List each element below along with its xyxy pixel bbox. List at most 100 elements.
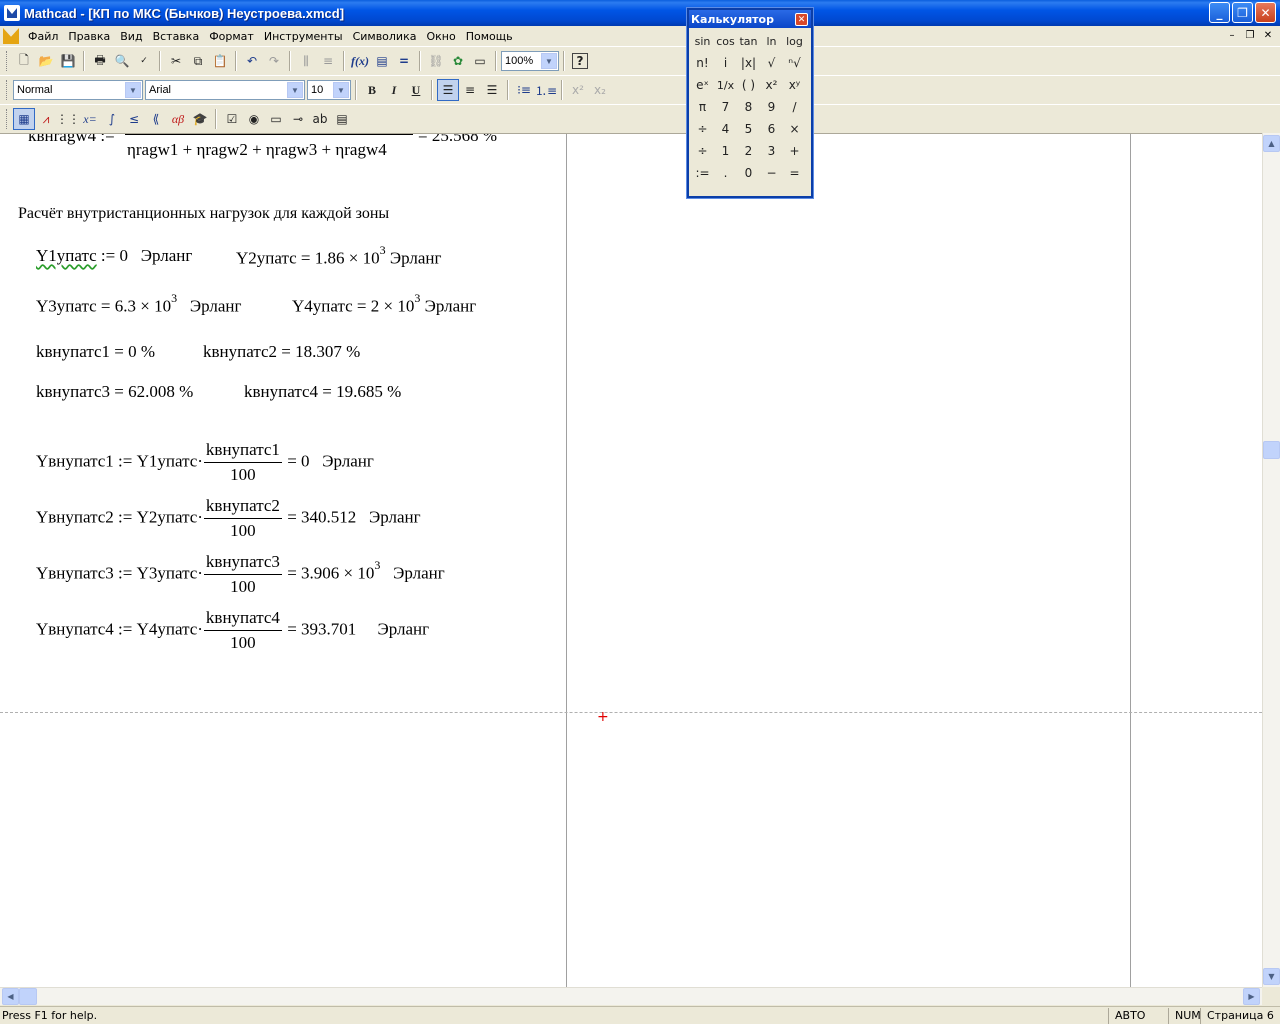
insert-unit-icon[interactable]: ▤ (371, 50, 393, 72)
calc-key-factorial[interactable]: n! (691, 52, 714, 74)
calculator-title[interactable]: Калькулятор (689, 10, 811, 28)
symbolic-toolbar-icon[interactable]: 🎓 (189, 108, 211, 130)
scroll-thumb[interactable] (19, 988, 37, 1005)
evaluation-toolbar-icon[interactable]: x= (79, 108, 101, 130)
menu-edit[interactable]: Правка (63, 30, 115, 43)
yvn2-formula[interactable]: Yвнупатс2 := Y2упатс· kвнупатс2 100 = 340.… (36, 496, 421, 541)
insert-hyperlink-icon[interactable]: ⛓ (425, 50, 447, 72)
horizontal-scrollbar[interactable]: ◀ ▶ (0, 987, 1262, 1005)
calc-key-nth-root[interactable]: ⁿ√ (783, 52, 806, 74)
calc-key-plus[interactable]: + (783, 140, 806, 162)
calc-key-abs[interactable]: |x| (737, 52, 760, 74)
calc-key-decimal[interactable]: . (714, 162, 737, 184)
calculator-palette[interactable]: Калькулятор ✕ sin cos tan ln log n! i |x… (687, 8, 813, 198)
italic-button[interactable]: I (383, 79, 405, 101)
calculator-toolbar-icon[interactable]: ▦ (13, 108, 35, 130)
greek-toolbar-icon[interactable]: αβ (167, 108, 189, 130)
yvn4-formula[interactable]: Yвнупатс4 := Y4упатс· kвнупатс4 100 = 393.… (36, 608, 429, 653)
subscript-icon[interactable]: x₂ (589, 79, 611, 101)
restore-button[interactable]: ❐ (1232, 2, 1253, 23)
k3-result[interactable]: kвнупатс3 = 62.008 % (36, 382, 193, 402)
y3-result[interactable]: Y3упатс = 6.3 × 103 Эрланг (36, 291, 241, 317)
menu-help[interactable]: Помощь (461, 30, 518, 43)
calc-key-multiply[interactable]: × (783, 118, 806, 140)
doc-close-button[interactable]: ✕ (1260, 28, 1276, 42)
menu-tools[interactable]: Инструменты (259, 30, 348, 43)
calc-key-inline-divide[interactable]: ÷ (691, 118, 714, 140)
partial-region-top[interactable]: kвнragw4 := (28, 134, 115, 146)
programming-toolbar-icon[interactable]: ⟪ (145, 108, 167, 130)
scroll-left-icon[interactable]: ◀ (2, 988, 19, 1005)
k1-result[interactable]: kвнупатс1 = 0 % (36, 342, 155, 362)
slider-control-icon[interactable]: ⊸ (287, 108, 309, 130)
align-down-icon[interactable]: ≡ (317, 50, 339, 72)
help-icon[interactable]: ? (572, 53, 588, 69)
align-center-icon[interactable]: ≡ (459, 79, 481, 101)
matrix-toolbar-icon[interactable]: ⋮⋮ (56, 108, 80, 130)
worksheet[interactable]: + kвнragw4 := = 25.568 % ηragw1 + ηragw2… (0, 133, 1262, 987)
new-document-icon[interactable]: 🗋 (13, 50, 35, 72)
y2-result[interactable]: Y2упатс = 1.86 × 103 Эрланг (236, 243, 441, 269)
save-icon[interactable]: 💾 (57, 50, 79, 72)
k2-result[interactable]: kвнупатс2 = 18.307 % (203, 342, 360, 362)
calc-key-pi[interactable]: π (691, 96, 714, 118)
chevron-down-icon[interactable]: ▼ (541, 53, 557, 69)
align-left-icon[interactable]: ☰ (437, 79, 459, 101)
menu-insert[interactable]: Вставка (148, 30, 205, 43)
print-icon[interactable]: 🖶 (89, 50, 111, 72)
calc-key-square[interactable]: x² (760, 74, 783, 96)
bullets-icon[interactable]: ⁝≡ (513, 79, 535, 101)
partial-region-result[interactable]: = 25.568 % (418, 134, 497, 146)
calc-key-2[interactable]: 2 (737, 140, 760, 162)
close-button[interactable]: ✕ (1255, 2, 1276, 23)
scroll-down-icon[interactable]: ▼ (1263, 968, 1280, 985)
graph-toolbar-icon[interactable]: ⩘ (35, 108, 57, 130)
calc-key-imaginary[interactable]: i (714, 52, 737, 74)
vertical-scrollbar[interactable]: ▲ ▼ (1262, 133, 1280, 987)
calc-key-reciprocal[interactable]: 1/x (714, 74, 737, 96)
calc-key-9[interactable]: 9 (760, 96, 783, 118)
calc-key-power[interactable]: xʸ (783, 74, 806, 96)
calc-key-define[interactable]: := (691, 162, 714, 184)
chevron-down-icon[interactable]: ▼ (125, 82, 141, 98)
calc-key-3[interactable]: 3 (760, 140, 783, 162)
zoom-select[interactable]: 100% ▼ (501, 51, 559, 71)
calc-key-minus[interactable]: − (760, 162, 783, 184)
print-preview-icon[interactable]: 🔍 (111, 50, 133, 72)
copy-icon[interactable]: ⧉ (187, 50, 209, 72)
spell-check-icon[interactable]: ✓ (133, 50, 155, 72)
minimize-button[interactable]: _ (1209, 2, 1230, 23)
calc-key-divide-slash[interactable]: / (783, 96, 806, 118)
component-icon[interactable]: ▭ (469, 50, 491, 72)
mathcad-app-icon[interactable] (4, 5, 20, 21)
menu-symbolics[interactable]: Символика (348, 30, 422, 43)
scroll-up-icon[interactable]: ▲ (1263, 135, 1280, 152)
calc-key-parens[interactable]: ( ) (737, 74, 760, 96)
redo-icon[interactable]: ↷ (263, 50, 285, 72)
calc-key-0[interactable]: 0 (737, 162, 760, 184)
menu-view[interactable]: Вид (115, 30, 147, 43)
paste-icon[interactable]: 📋 (209, 50, 231, 72)
chevron-down-icon[interactable]: ▼ (287, 82, 303, 98)
y1-definition[interactable]: Y1упатс := 0 Эрланг (36, 246, 192, 266)
close-icon[interactable]: ✕ (795, 13, 808, 26)
numbering-icon[interactable]: ⒈≡ (535, 79, 557, 101)
section-heading[interactable]: Расчёт внутристанционных нагрузок для ка… (18, 205, 389, 223)
document-icon[interactable] (3, 28, 19, 44)
calc-key-8[interactable]: 8 (737, 96, 760, 118)
calc-key-exp[interactable]: eˣ (691, 74, 714, 96)
underline-button[interactable]: U (405, 79, 427, 101)
undo-icon[interactable]: ↶ (241, 50, 263, 72)
textbox-control-icon[interactable]: ab (309, 108, 331, 130)
calculus-toolbar-icon[interactable]: ∫ (101, 108, 123, 130)
menu-format[interactable]: Формат (204, 30, 259, 43)
radio-control-icon[interactable]: ◉ (243, 108, 265, 130)
push-button-control-icon[interactable]: ▭ (265, 108, 287, 130)
calc-key-divide[interactable]: ÷ (691, 140, 714, 162)
toolbar-grip[interactable] (6, 80, 9, 100)
scroll-right-icon[interactable]: ▶ (1243, 988, 1260, 1005)
calculate-icon[interactable]: = (393, 50, 415, 72)
calc-key-equals[interactable]: = (783, 162, 806, 184)
calc-key-ln[interactable]: ln (760, 30, 783, 52)
calc-key-cos[interactable]: cos (714, 30, 737, 52)
